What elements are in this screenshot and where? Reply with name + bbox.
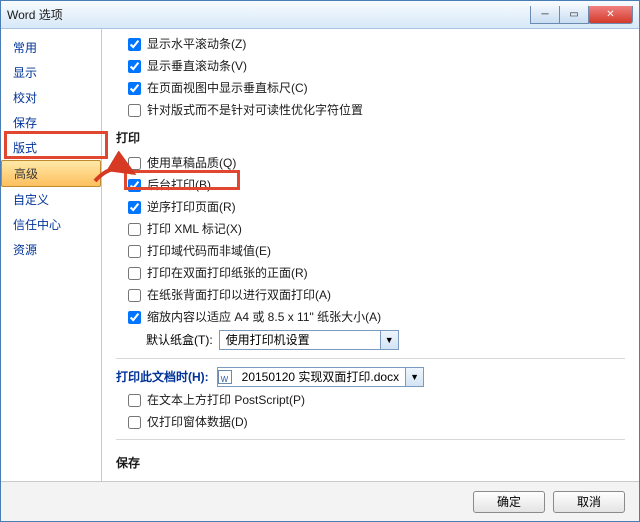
divider: [116, 358, 625, 359]
checkbox-reverse-print[interactable]: [128, 201, 141, 214]
option-row: 在页面视图中显示垂直标尺(C): [102, 77, 639, 99]
checkbox-optimize-layout[interactable]: [128, 104, 141, 117]
option-label: 显示水平滚动条(Z): [147, 35, 246, 53]
checkbox-print-xml[interactable]: [128, 223, 141, 236]
option-label: 在页面视图中显示垂直标尺(C): [147, 79, 308, 97]
sidebar-item-customize[interactable]: 自定义: [1, 187, 101, 212]
sidebar-item-trust[interactable]: 信任中心: [1, 212, 101, 237]
option-label: 逆序打印页面(R): [147, 198, 236, 216]
option-label: 打印 XML 标记(X): [147, 220, 242, 238]
option-row: 后台打印(B): [102, 174, 639, 196]
tray-value: 使用打印机设置: [220, 331, 380, 349]
maximize-button[interactable]: ▭: [559, 6, 589, 24]
chevron-down-icon: ▼: [405, 368, 423, 386]
option-row: 仅打印窗体数据(D): [102, 411, 639, 433]
option-label: 缩放内容以适应 A4 或 8.5 x 11" 纸张大小(A): [147, 308, 381, 326]
checkbox-background-print[interactable]: [128, 179, 141, 192]
sidebar-item-common[interactable]: 常用: [1, 35, 101, 60]
checkbox-print-field-codes[interactable]: [128, 245, 141, 258]
dialog-footer: 确定 取消: [1, 481, 639, 521]
close-button[interactable]: ✕: [588, 6, 633, 24]
content-pane[interactable]: 显示水平滚动条(Z) 显示垂直滚动条(V) 在页面视图中显示垂直标尺(C) 针对…: [101, 29, 639, 481]
window-controls: ─ ▭ ✕: [531, 6, 633, 24]
option-label: 在文本上方打印 PostScript(P): [147, 391, 305, 409]
tray-label: 默认纸盒(T):: [146, 331, 213, 349]
tray-select[interactable]: 使用打印机设置 ▼: [219, 330, 399, 350]
option-row: 打印在双面打印纸张的正面(R): [102, 262, 639, 284]
option-row: 打印 XML 标记(X): [102, 218, 639, 240]
divider: [116, 439, 625, 440]
sidebar-item-display[interactable]: 显示: [1, 60, 101, 85]
checkbox-form-data[interactable]: [128, 416, 141, 429]
print-doc-label: 打印此文档时(H):: [116, 368, 209, 386]
option-label: 针对版式而不是针对可读性优化字符位置: [147, 101, 363, 119]
doc-name: 20150120 实现双面打印.docx: [236, 368, 405, 386]
option-row-reverse-print: 逆序打印页面(R): [102, 196, 639, 218]
sidebar-item-proofing[interactable]: 校对: [1, 85, 101, 110]
sidebar-item-advanced[interactable]: 高级: [1, 160, 101, 187]
section-title-print: 打印: [102, 121, 639, 152]
options-dialog: Word 选项 ─ ▭ ✕ 常用 显示 校对 保存 版式 高级 自定义 信任中心…: [0, 0, 640, 522]
checkbox-draft-quality[interactable]: [128, 157, 141, 170]
option-row: 在文本上方打印 PostScript(P): [102, 389, 639, 411]
checkbox-duplex-front[interactable]: [128, 267, 141, 280]
checkbox-v-ruler[interactable]: [128, 82, 141, 95]
doc-select[interactable]: 20150120 实现双面打印.docx ▼: [217, 367, 424, 387]
option-row: 在纸张背面打印以进行双面打印(A): [102, 284, 639, 306]
dialog-body: 常用 显示 校对 保存 版式 高级 自定义 信任中心 资源 显示水平滚动条(Z)…: [1, 29, 639, 481]
checkbox-h-scrollbar[interactable]: [128, 38, 141, 51]
option-row: 针对版式而不是针对可读性优化字符位置: [102, 99, 639, 121]
sidebar: 常用 显示 校对 保存 版式 高级 自定义 信任中心 资源: [1, 29, 101, 481]
sidebar-item-layout[interactable]: 版式: [1, 135, 101, 160]
option-label: 显示垂直滚动条(V): [147, 57, 247, 75]
option-label: 打印域代码而非域值(E): [147, 242, 271, 260]
print-doc-row: 打印此文档时(H): 20150120 实现双面打印.docx ▼: [102, 365, 639, 389]
window-title: Word 选项: [7, 6, 531, 23]
cancel-button[interactable]: 取消: [553, 491, 625, 513]
option-row: 缩放内容以适应 A4 或 8.5 x 11" 纸张大小(A): [102, 306, 639, 328]
option-row: 打印域代码而非域值(E): [102, 240, 639, 262]
option-label: 打印在双面打印纸张的正面(R): [147, 264, 308, 282]
sidebar-item-resources[interactable]: 资源: [1, 237, 101, 262]
titlebar: Word 选项 ─ ▭ ✕: [1, 1, 639, 29]
option-row: 显示垂直滚动条(V): [102, 55, 639, 77]
sidebar-item-save[interactable]: 保存: [1, 110, 101, 135]
option-label: 仅打印窗体数据(D): [147, 413, 248, 431]
checkbox-v-scrollbar[interactable]: [128, 60, 141, 73]
option-row: 使用草稿品质(Q): [102, 152, 639, 174]
section-title-save: 保存: [102, 446, 639, 477]
chevron-down-icon: ▼: [380, 331, 398, 349]
word-doc-icon: [218, 370, 232, 384]
option-label: 后台打印(B): [147, 176, 211, 194]
default-tray-row: 默认纸盒(T): 使用打印机设置 ▼: [102, 328, 639, 352]
option-row: 显示水平滚动条(Z): [102, 33, 639, 55]
option-label: 在纸张背面打印以进行双面打印(A): [147, 286, 331, 304]
ok-button[interactable]: 确定: [473, 491, 545, 513]
checkbox-scale-a4[interactable]: [128, 311, 141, 324]
minimize-button[interactable]: ─: [530, 6, 560, 24]
checkbox-postscript[interactable]: [128, 394, 141, 407]
option-label: 使用草稿品质(Q): [147, 154, 236, 172]
checkbox-duplex-back[interactable]: [128, 289, 141, 302]
